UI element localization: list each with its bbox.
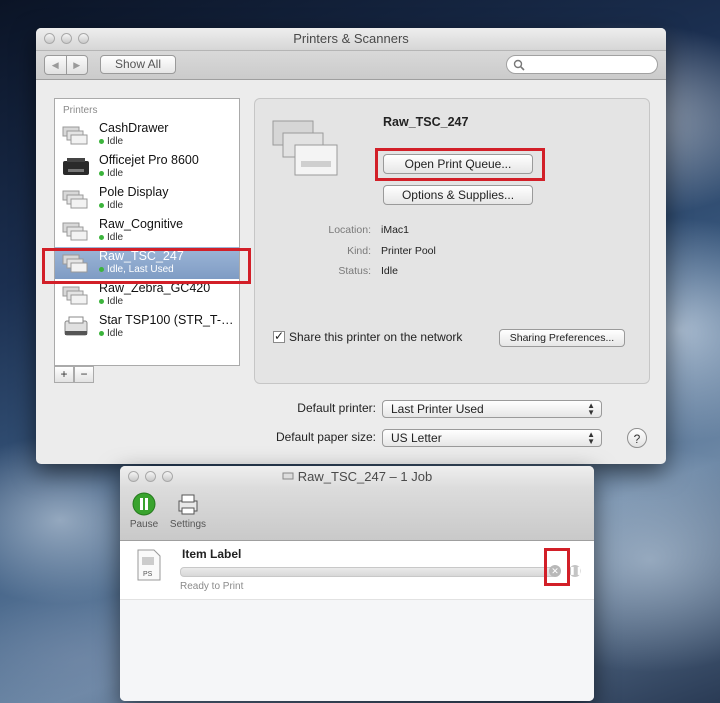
window-controls (128, 471, 173, 482)
location-label: Location: (328, 224, 371, 236)
printer-item-raw-cognitive[interactable]: Raw_Cognitive Idle (55, 215, 239, 247)
popup-arrows-icon: ▲ ▼ (587, 430, 595, 446)
options-supplies-button[interactable]: Options & Supplies... (383, 185, 533, 205)
back-forward-control: ◀ ▶ (44, 55, 88, 75)
search-field[interactable] (506, 55, 658, 74)
printer-status: Idle (107, 168, 124, 179)
inkjet-printer-icon (63, 158, 89, 175)
printers-list: Printers CashDrawer Idle Officejet Pro 8… (54, 98, 240, 366)
printer-detail-pane: Raw_TSC_247 Open Print Queue... Options … (254, 98, 650, 384)
status-dot (99, 139, 104, 144)
default-paper-popup[interactable]: US Letter ▲ ▼ (382, 429, 602, 447)
printer-name: Raw_Cognitive (99, 217, 184, 231)
forward-button[interactable]: ▶ (65, 56, 88, 74)
status-dot (99, 331, 104, 336)
printer-name: Pole Display (99, 185, 169, 199)
pause-icon (132, 492, 156, 516)
printer-item-cashdrawer[interactable]: CashDrawer Idle (55, 119, 239, 151)
ps-document-icon: PS (137, 549, 161, 581)
printer-name: CashDrawer (99, 121, 169, 135)
printer-status: Idle (107, 232, 124, 243)
receipt-printer-icon (64, 316, 88, 336)
printer-name: Officejet Pro 8600 (99, 153, 199, 167)
zoom-window-button[interactable] (78, 33, 89, 44)
pause-button[interactable]: Pause (128, 492, 160, 530)
kind-value: Printer Pool (381, 245, 436, 257)
kind-label: Kind: (347, 245, 371, 257)
show-all-button[interactable]: Show All (100, 55, 176, 74)
status-label: Status: (338, 265, 371, 277)
highlight-open-print-queue (375, 148, 545, 181)
search-icon (513, 59, 525, 71)
default-printer-popup[interactable]: Last Printer Used ▲ ▼ (382, 400, 602, 418)
share-label: Share this printer on the network (289, 330, 463, 344)
job-status: Ready to Print (180, 581, 244, 592)
printer-pool-icon (62, 126, 88, 145)
default-printer-label: Default printer: (297, 401, 376, 415)
window-controls (44, 33, 89, 44)
printers-scanners-window: Printers & Scanners ◀ ▶ Show All Printer… (36, 28, 666, 464)
default-paper-label: Default paper size: (275, 430, 376, 444)
printer-pool-large-icon (272, 120, 338, 176)
job-name: Item Label (182, 547, 242, 561)
printer-pool-icon (62, 286, 88, 305)
queue-toolbar: Pause Settings (120, 488, 594, 541)
print-queue-window: Raw_TSC_247 – 1 Job Pause Settings PS It… (120, 466, 594, 701)
job-row[interactable]: PS Item Label Ready to Print ✕ ❚❚ (120, 541, 594, 600)
status-dot (99, 235, 104, 240)
window-title: Printers & Scanners (293, 31, 409, 46)
highlight-selected-printer (42, 248, 251, 284)
add-printer-button[interactable]: + (54, 366, 74, 383)
minimize-window-button[interactable] (61, 33, 72, 44)
location-value: iMac1 (381, 224, 410, 236)
printer-item-pole-display[interactable]: Pole Display Idle (55, 183, 239, 215)
printer-status: Idle (107, 328, 124, 339)
printer-pool-icon (62, 222, 88, 241)
status-value: Idle (381, 265, 398, 277)
zoom-window-button[interactable] (162, 471, 173, 482)
highlight-delete-job (544, 548, 570, 586)
remove-printer-button[interactable]: − (74, 366, 94, 383)
minimize-window-button[interactable] (145, 471, 156, 482)
settings-button[interactable]: Settings (166, 492, 210, 530)
settings-label: Settings (169, 519, 207, 530)
printer-name: Star TSP100 (STR_T-… (99, 313, 234, 327)
popup-arrows-icon: ▲ ▼ (587, 401, 595, 417)
status-dot (99, 203, 104, 208)
help-button[interactable]: ? (627, 428, 647, 448)
printer-status: Idle (107, 296, 124, 307)
list-controls: + − (54, 366, 94, 383)
default-printer-value: Last Printer Used (391, 402, 484, 416)
file-type-text: PS (143, 571, 153, 578)
printer-settings-icon (178, 494, 198, 515)
share-checkbox[interactable]: ✓ (273, 330, 285, 343)
hold-job-button[interactable]: ❚❚ (569, 565, 582, 577)
printer-title-icon (282, 472, 294, 480)
status-dot (99, 299, 104, 304)
status-dot (99, 171, 104, 176)
main-titlebar: Printers & Scanners (36, 28, 666, 51)
main-toolbar: ◀ ▶ Show All (36, 51, 666, 80)
queue-titlebar: Raw_TSC_247 – 1 Job (120, 466, 594, 488)
printer-item-star-tsp100[interactable]: Star TSP100 (STR_T-… Idle (55, 311, 239, 343)
printer-name-heading: Raw_TSC_247 (383, 115, 469, 129)
printer-item-officejet[interactable]: Officejet Pro 8600 Idle (55, 151, 239, 183)
job-progress-bar (180, 567, 556, 577)
printer-status: Idle (107, 200, 124, 211)
printers-list-header: Printers (63, 105, 98, 116)
back-button[interactable]: ◀ (45, 56, 66, 74)
close-window-button[interactable] (44, 33, 55, 44)
printer-pool-icon (62, 190, 88, 209)
queue-window-title: Raw_TSC_247 – 1 Job (297, 469, 433, 484)
close-window-button[interactable] (128, 471, 139, 482)
default-paper-value: US Letter (391, 431, 442, 445)
sharing-preferences-button[interactable]: Sharing Preferences... (499, 329, 625, 347)
queue-empty-area (120, 600, 594, 701)
search-input[interactable] (529, 57, 653, 73)
pause-label: Pause (129, 519, 159, 530)
printer-status: Idle (107, 136, 124, 147)
